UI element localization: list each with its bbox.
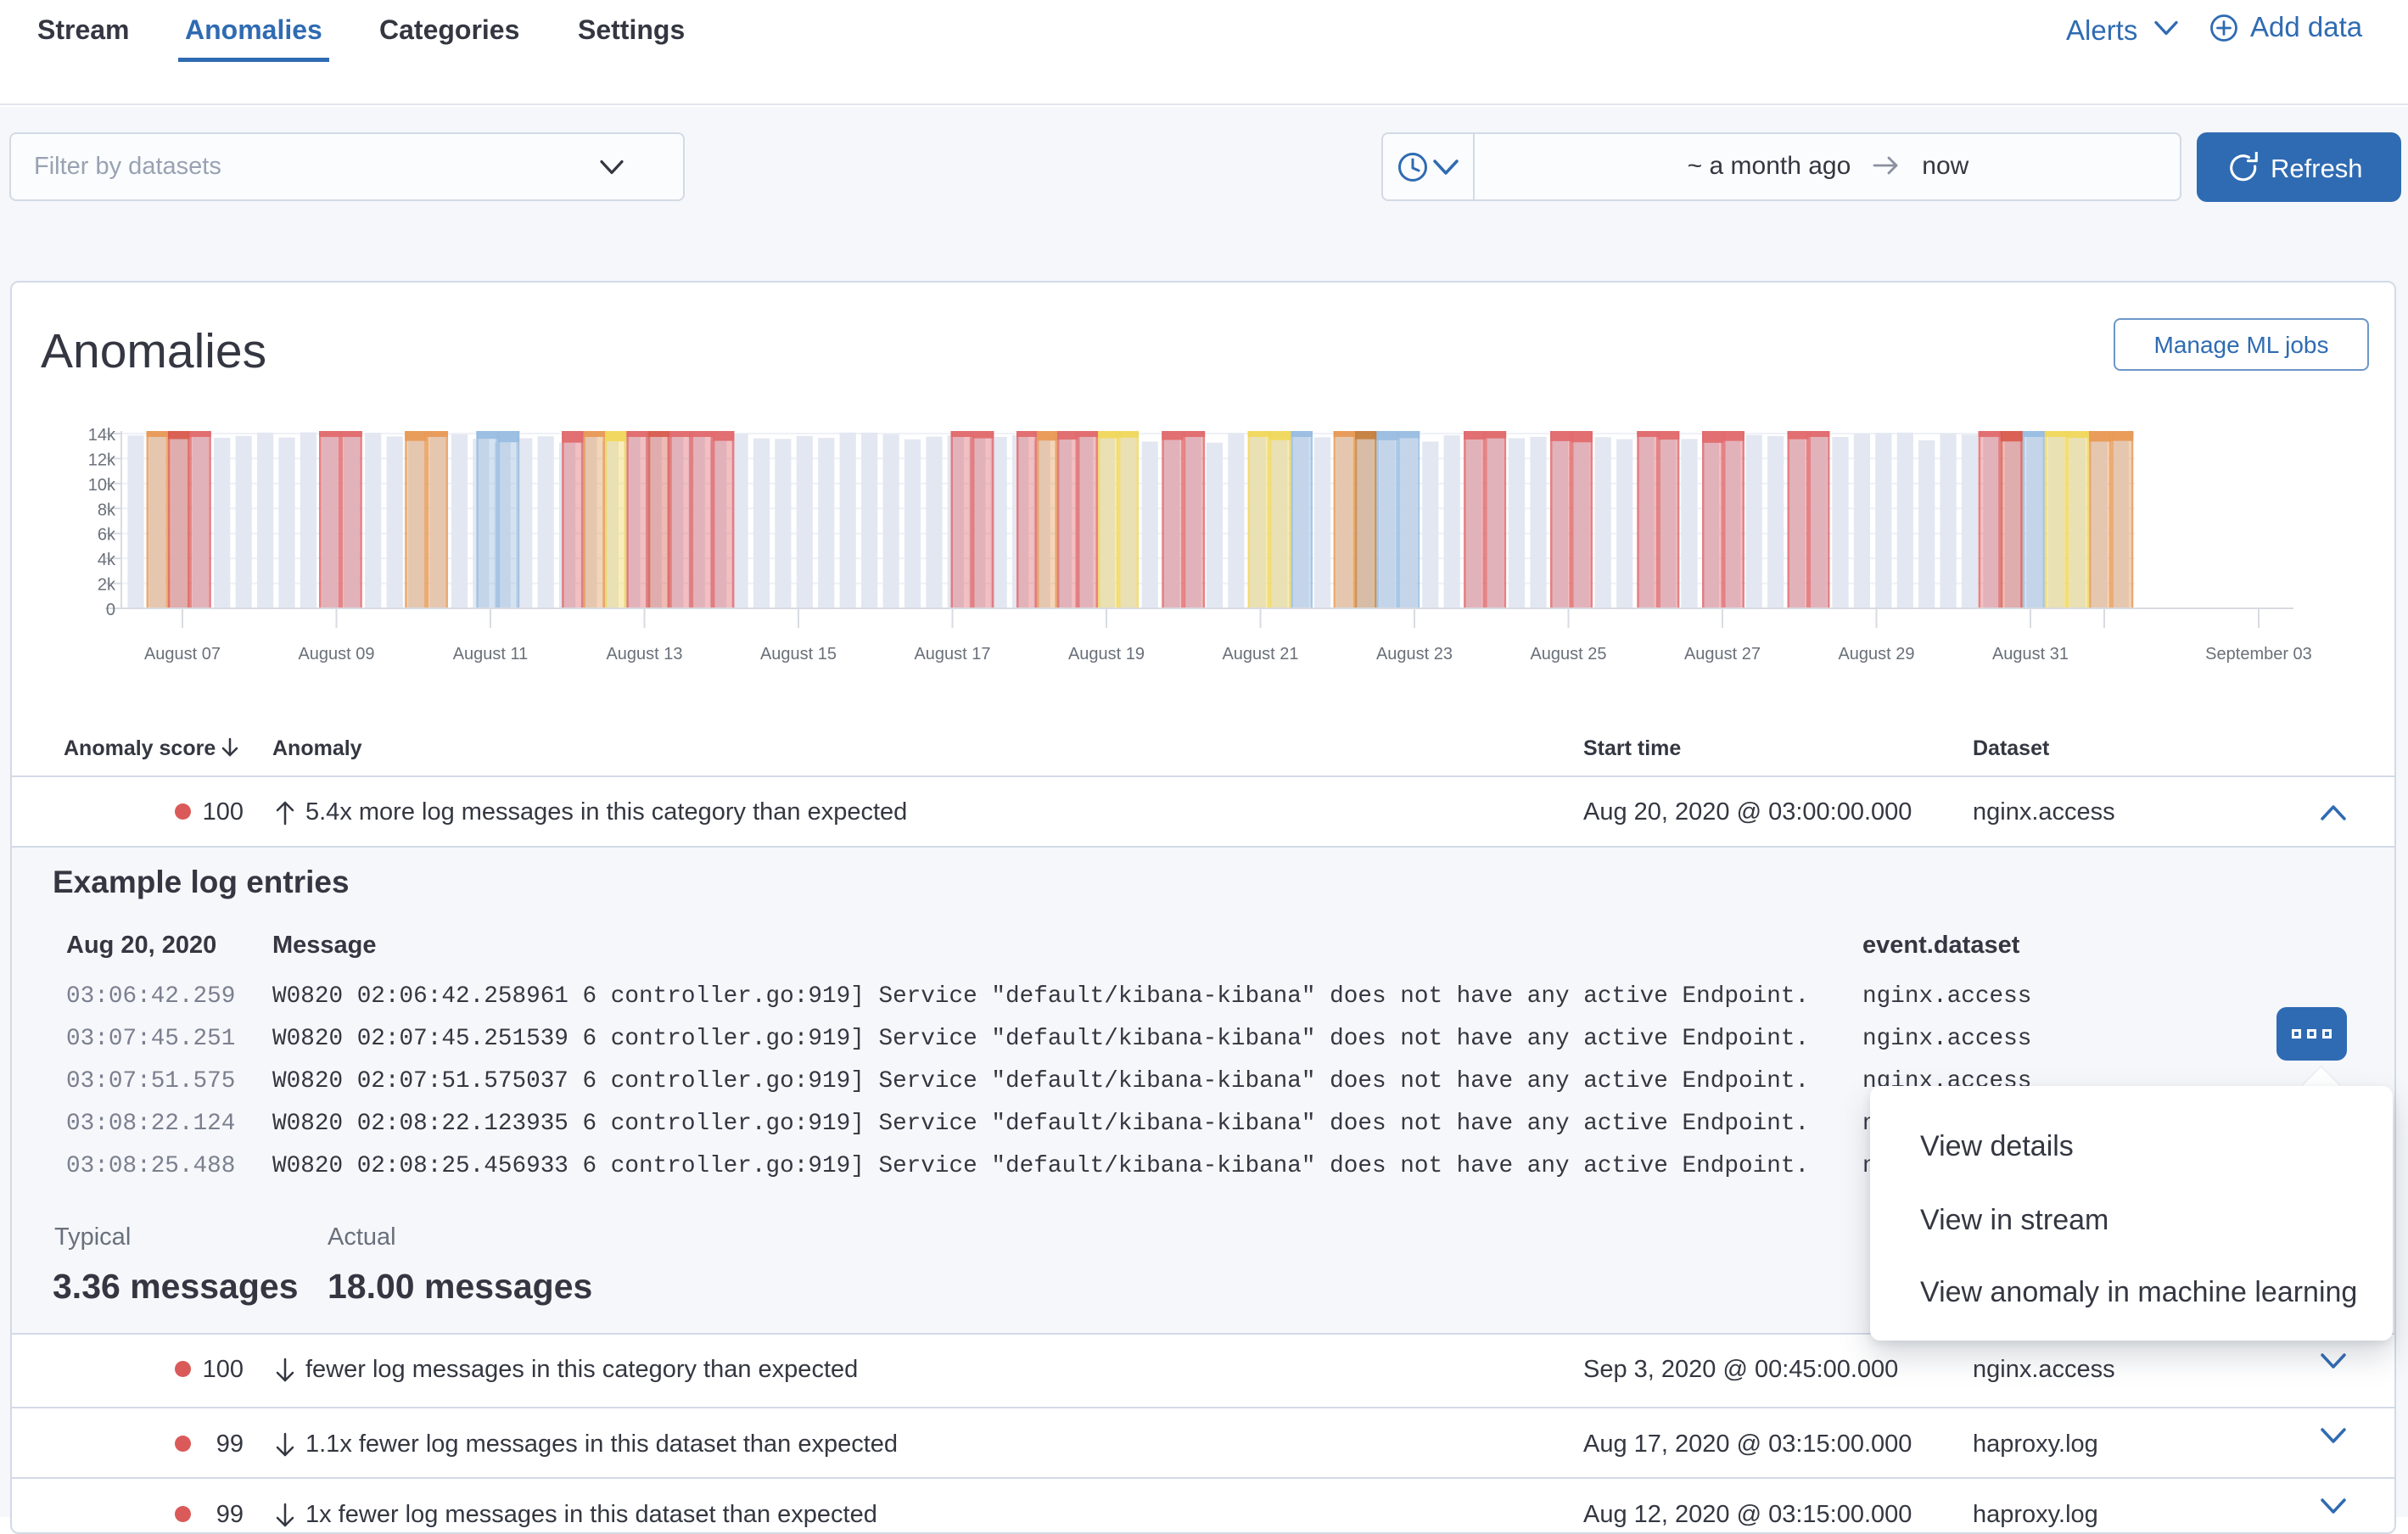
svg-text:August 23: August 23 bbox=[1376, 645, 1453, 663]
svg-text:8k: 8k bbox=[98, 501, 116, 519]
svg-text:August 15: August 15 bbox=[760, 645, 837, 663]
svg-text:14k: 14k bbox=[88, 426, 116, 445]
svg-text:4k: 4k bbox=[98, 551, 116, 569]
svg-text:August 17: August 17 bbox=[914, 645, 990, 663]
svg-text:6k: 6k bbox=[98, 526, 116, 545]
svg-text:0: 0 bbox=[106, 601, 115, 619]
svg-text:August 25: August 25 bbox=[1530, 645, 1606, 663]
svg-text:September 03: September 03 bbox=[2205, 645, 2312, 663]
svg-text:2k: 2k bbox=[98, 576, 116, 595]
svg-text:August 21: August 21 bbox=[1222, 645, 1298, 663]
svg-text:12k: 12k bbox=[88, 451, 116, 469]
svg-text:August 11: August 11 bbox=[453, 645, 529, 663]
svg-text:August 31: August 31 bbox=[1992, 645, 2069, 663]
svg-text:August 09: August 09 bbox=[298, 645, 374, 663]
svg-text:10k: 10k bbox=[88, 476, 116, 495]
svg-text:August 19: August 19 bbox=[1068, 645, 1145, 663]
svg-text:August 07: August 07 bbox=[144, 645, 221, 663]
svg-text:August 27: August 27 bbox=[1684, 645, 1761, 663]
svg-text:August 13: August 13 bbox=[606, 645, 682, 663]
svg-text:August 29: August 29 bbox=[1838, 645, 1914, 663]
